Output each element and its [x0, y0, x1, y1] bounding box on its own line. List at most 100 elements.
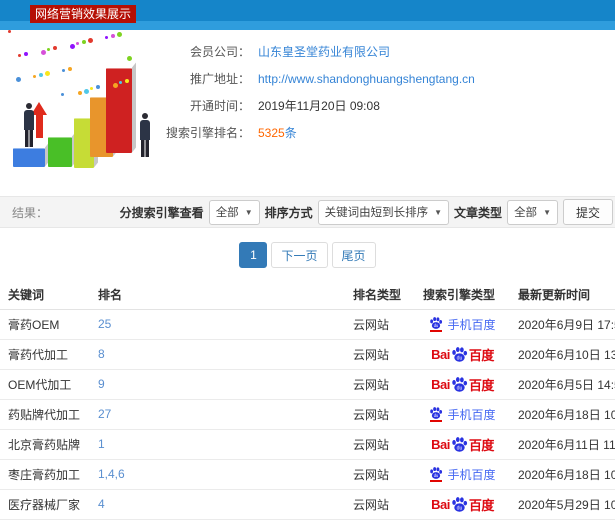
engine-filter-select[interactable]: 全部 ▼: [208, 199, 260, 225]
baidu-mobile-paw-icon: du: [429, 316, 443, 332]
member-info: 会员公司： 山东皇圣堂药业有限公司 推广地址： http://www.shand…: [130, 38, 475, 146]
chevron-down-icon: ▼: [543, 207, 551, 217]
baidu-paw-icon: du: [451, 496, 468, 512]
updated-cell: 2020年6月10日 13:40: [510, 339, 615, 370]
keyword-cell: 医疗器械厂家: [0, 489, 90, 520]
baidu-pc-logo: Bai du 百度: [431, 370, 494, 399]
rank-link[interactable]: 25: [90, 309, 345, 340]
keyword-cell: 药贴牌代加工: [0, 399, 90, 430]
engine-rank-label: 搜索引擎排名：: [165, 126, 250, 140]
rank-type-cell: 云网站: [345, 429, 415, 460]
svg-text:du: du: [457, 505, 463, 511]
table-row: 医疗器械厂家 4 云网站 Bai du 百度 2020年5月29日 1: [0, 489, 615, 520]
table-row: OEM代加工 9 云网站 Bai du 百度 2020年6月5日 14:: [0, 369, 615, 400]
baidu-pc-text: Bai: [431, 496, 450, 512]
keyword-cell: 北京膏药贴牌: [0, 429, 90, 460]
keyword-cell: 膏药OEM: [0, 309, 90, 340]
rank-type-cell: 云网站: [345, 399, 415, 430]
table-row: 膏药OEM 25 云网站 Bai du: [0, 309, 615, 340]
rank-type-cell: 云网站: [345, 309, 415, 340]
engine-filter-label: 分搜索引擎查看: [119, 205, 204, 220]
company-label: 会员公司：: [189, 45, 250, 59]
article-type-value: 全部: [514, 207, 538, 219]
next-page-button[interactable]: 下一页: [271, 242, 328, 268]
rank-link[interactable]: 1: [90, 429, 345, 460]
baidu-pc-cn-text: 百度: [468, 497, 495, 513]
svg-text:du: du: [434, 412, 439, 417]
engine-filter-value: 全部: [215, 207, 239, 219]
result-label: 结果：: [12, 205, 49, 220]
page-title: 网络营销效果展示: [30, 5, 137, 23]
rank-type-cell: 云网站: [345, 369, 415, 400]
baidu-pc-cn-text: 百度: [468, 347, 495, 363]
filter-bar: 结果： 分搜索引擎查看 全部 ▼ 排序方式 关键词由短到长排序 ▼ 文章类型 全…: [0, 196, 615, 228]
promo-url-row: 推广地址： http://www.shandonghuangshengtang.…: [130, 65, 475, 92]
rank-link[interactable]: 9: [90, 369, 345, 400]
rank-link[interactable]: 8: [90, 339, 345, 370]
svg-text:du: du: [457, 355, 463, 361]
open-time-value: 2019年11月20日 09:08: [258, 99, 380, 113]
table-body: 膏药OEM 25 云网站 Bai du: [0, 309, 615, 520]
baidu-mobile-paw-icon: du: [429, 406, 443, 422]
baidu-mobile-logo: du 手机百度: [429, 310, 496, 339]
baidu-pc-cn-text: 百度: [468, 437, 495, 453]
company-link[interactable]: 山东皇圣堂药业有限公司: [258, 43, 390, 60]
baidu-paw-icon: du: [451, 376, 468, 392]
keyword-cell: 膏药代加工: [0, 339, 90, 370]
engine-rank-row: 搜索引擎排名： 5325条: [130, 119, 475, 146]
sort-filter-select[interactable]: 关键词由短到长排序 ▼: [317, 199, 450, 225]
promo-url-label: 推广地址：: [189, 72, 250, 86]
baidu-pc-logo: Bai du 百度: [431, 340, 494, 369]
baidu-mobile-text: 手机百度: [447, 317, 496, 332]
updated-cell: 2020年6月18日 10:19: [510, 459, 615, 490]
keyword-rank-table: 关键词 排名 排名类型 搜索引擎类型 最新更新时间 膏药OEM 25 云网站 B…: [0, 280, 615, 520]
last-page-button[interactable]: 尾页: [331, 242, 376, 268]
svg-text:du: du: [457, 385, 463, 391]
sort-filter-value: 关键词由短到长排序: [324, 207, 429, 219]
company-row: 会员公司： 山东皇圣堂药业有限公司: [130, 38, 475, 65]
article-type-select[interactable]: 全部 ▼: [507, 199, 558, 225]
engine-rank-count: 5325: [258, 126, 285, 140]
submit-button[interactable]: 提交: [562, 199, 613, 225]
baidu-mobile-paw-icon: du: [429, 466, 443, 482]
baidu-mobile-underline: [430, 419, 443, 422]
baidu-mobile-text: 手机百度: [447, 467, 496, 482]
header-rank-type: 排名类型: [345, 280, 415, 310]
illustration-bar-green: [48, 137, 72, 167]
open-time-label: 开通时间：: [189, 99, 250, 113]
header-keyword: 关键词: [0, 280, 90, 310]
updated-cell: 2020年6月11日 11:18: [510, 429, 615, 460]
header-updated: 最新更新时间: [510, 280, 615, 310]
updated-cell: 2020年6月9日 17:50: [510, 309, 615, 340]
baidu-pc-logo: Bai du 百度: [431, 430, 494, 459]
article-type-label: 文章类型: [454, 205, 503, 220]
growth-arrow-icon: [31, 102, 47, 138]
table-row: 北京膏药贴牌 1 云网站 Bai du 百度 2020年6月11日 11: [0, 429, 615, 460]
engine-rank-unit: 条: [284, 126, 297, 140]
promo-url-link[interactable]: http://www.shandonghuangshengtang.cn: [258, 72, 475, 86]
rank-type-cell: 云网站: [345, 339, 415, 370]
baidu-pc-logo: Bai du 百度: [431, 490, 494, 519]
svg-text:du: du: [457, 445, 463, 451]
updated-cell: 2020年6月5日 14:57: [510, 369, 615, 400]
svg-text:du: du: [434, 322, 439, 327]
baidu-pc-text: Bai: [431, 346, 450, 362]
chevron-down-icon: ▼: [434, 207, 443, 217]
rank-link[interactable]: 27: [90, 399, 345, 430]
header-rank: 排名: [90, 280, 345, 310]
pagination: 1 下一页 尾页: [0, 242, 615, 268]
baidu-mobile-text: 手机百度: [447, 407, 496, 422]
table-row: 枣庄膏药加工 1,4,6 云网站 Bai du: [0, 459, 615, 490]
rank-link[interactable]: 4: [90, 489, 345, 520]
updated-cell: 2020年5月29日 10:32: [510, 489, 615, 520]
rank-link[interactable]: 1,4,6: [90, 459, 345, 490]
baidu-mobile-underline: [430, 329, 443, 332]
baidu-pc-text: Bai: [431, 436, 450, 452]
baidu-paw-icon: du: [451, 436, 468, 452]
chevron-down-icon: ▼: [244, 207, 253, 217]
sort-filter-label: 排序方式: [264, 205, 313, 220]
rank-type-cell: 云网站: [345, 459, 415, 490]
svg-text:du: du: [434, 472, 439, 477]
page-1-button[interactable]: 1: [239, 242, 268, 268]
illustration-bar-blue: [13, 148, 45, 167]
